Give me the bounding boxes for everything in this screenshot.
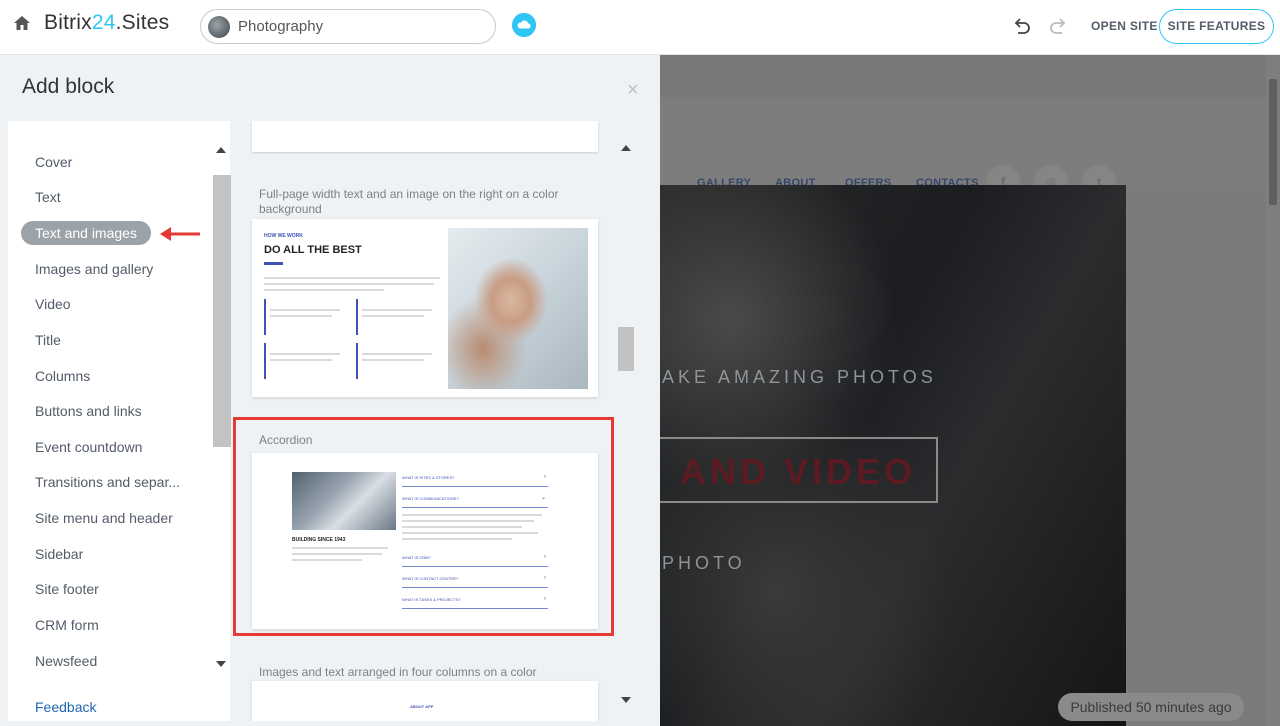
category-sidebar[interactable]: Sidebar (21, 542, 97, 566)
site-selector[interactable]: Photography (200, 9, 496, 44)
block-list-scroll-thumb[interactable] (618, 327, 634, 371)
category-crm-form[interactable]: CRM form (21, 613, 113, 637)
category-text[interactable]: Text (21, 185, 75, 209)
block-preview-column-bar (356, 343, 358, 379)
block-preview-kicker: HOW WE WORK (264, 233, 303, 239)
published-status: Published 50 minutes ago (1058, 693, 1244, 721)
category-scroll-thumb[interactable] (213, 175, 231, 447)
block-preview-heading: DO ALL THE BEST (264, 244, 362, 256)
category-text-and-images[interactable]: Text and images (21, 221, 151, 245)
accordion-highlight-frame (233, 417, 614, 636)
category-buttons-and-links[interactable]: Buttons and links (21, 399, 156, 423)
block-card-text-image-right[interactable]: HOW WE WORK DO ALL THE BEST (252, 219, 598, 397)
block-preview-accent-bar (264, 262, 283, 265)
scroll-down-icon[interactable] (216, 661, 226, 667)
site-preview: GALLERY ABOUT OFFERS CONTACTS f ◎ t AKE … (660, 55, 1280, 726)
close-icon[interactable]: × (627, 79, 639, 102)
category-scrollbar[interactable] (210, 141, 231, 671)
category-site-footer[interactable]: Site footer (21, 577, 113, 601)
category-newsfeed[interactable]: Newsfeed (21, 649, 111, 673)
home-icon[interactable] (13, 14, 31, 32)
preview-scrollbar[interactable] (1266, 55, 1280, 726)
red-arrow-icon (160, 227, 200, 241)
hero-line-2: AND VIDEO (680, 451, 917, 492)
category-site-menu-and-header[interactable]: Site menu and header (21, 506, 187, 530)
block-list-scrollbar[interactable] (618, 137, 634, 721)
block-label: Full-page width text and an image on the… (259, 187, 559, 216)
block-preview-text-line (264, 277, 440, 279)
preview-scroll-thumb[interactable] (1269, 79, 1277, 205)
block-preview-column-bar (356, 299, 358, 335)
block-preview-text-line (264, 289, 384, 291)
scroll-up-icon[interactable] (621, 145, 631, 151)
block-preview-text-line (270, 309, 340, 311)
panel-title: Add block (22, 75, 115, 98)
category-cover[interactable]: Cover (21, 150, 86, 174)
category-list: Cover Text Text and images Images and ga… (8, 121, 231, 721)
block-preview-column-bar (264, 343, 266, 379)
block-preview-text-line (270, 359, 332, 361)
cloud-icon[interactable] (512, 13, 536, 37)
hero-line-3: PHOTO (662, 553, 746, 573)
preview-header: GALLERY ABOUT OFFERS CONTACTS f ◎ t (660, 97, 1280, 199)
block-preview-text-line (362, 309, 432, 311)
redo-icon[interactable] (1048, 17, 1068, 35)
feedback-link[interactable]: Feedback (35, 699, 96, 715)
top-bar: Bitrix24.Sites Photography OPEN SITE SIT… (0, 0, 1280, 55)
category-title[interactable]: Title (21, 328, 75, 352)
hero-line-1: AKE AMAZING PHOTOS (662, 367, 937, 387)
site-features-button[interactable]: SITE FEATURES (1159, 9, 1274, 44)
category-images-and-gallery[interactable]: Images and gallery (21, 257, 167, 281)
brand-name-part2: 24 (91, 11, 116, 34)
scroll-up-icon[interactable] (216, 147, 226, 153)
site-name: Photography (238, 18, 324, 35)
block-preview-photo (448, 228, 588, 389)
block-preview-text-line (264, 283, 434, 285)
block-preview-text-line (362, 353, 432, 355)
block-card-four-columns[interactable]: ABOUT APP (252, 681, 598, 721)
open-site-link[interactable]: OPEN SITE (1091, 19, 1158, 33)
block-preview-kicker: ABOUT APP (410, 704, 434, 709)
undo-icon[interactable] (1012, 17, 1032, 35)
site-thumbnail (208, 16, 230, 38)
category-transitions[interactable]: Transitions and separ... (21, 470, 194, 494)
brand-name-part3: .Sites (115, 11, 170, 34)
block-preview-text-line (270, 315, 332, 317)
brand-logo[interactable]: Bitrix24.Sites (44, 11, 169, 35)
category-event-countdown[interactable]: Event countdown (21, 435, 156, 459)
block-card-previous[interactable] (252, 121, 598, 152)
category-columns[interactable]: Columns (21, 364, 104, 388)
block-preview-text-line (270, 353, 340, 355)
preview-right-strip (1126, 185, 1266, 726)
block-preview-text-line (362, 315, 424, 317)
block-preview-column-bar (264, 299, 266, 335)
scroll-down-icon[interactable] (621, 697, 631, 703)
category-video[interactable]: Video (21, 292, 85, 316)
block-preview-text-line (362, 359, 424, 361)
brand-name-part1: Bitrix (44, 11, 92, 34)
